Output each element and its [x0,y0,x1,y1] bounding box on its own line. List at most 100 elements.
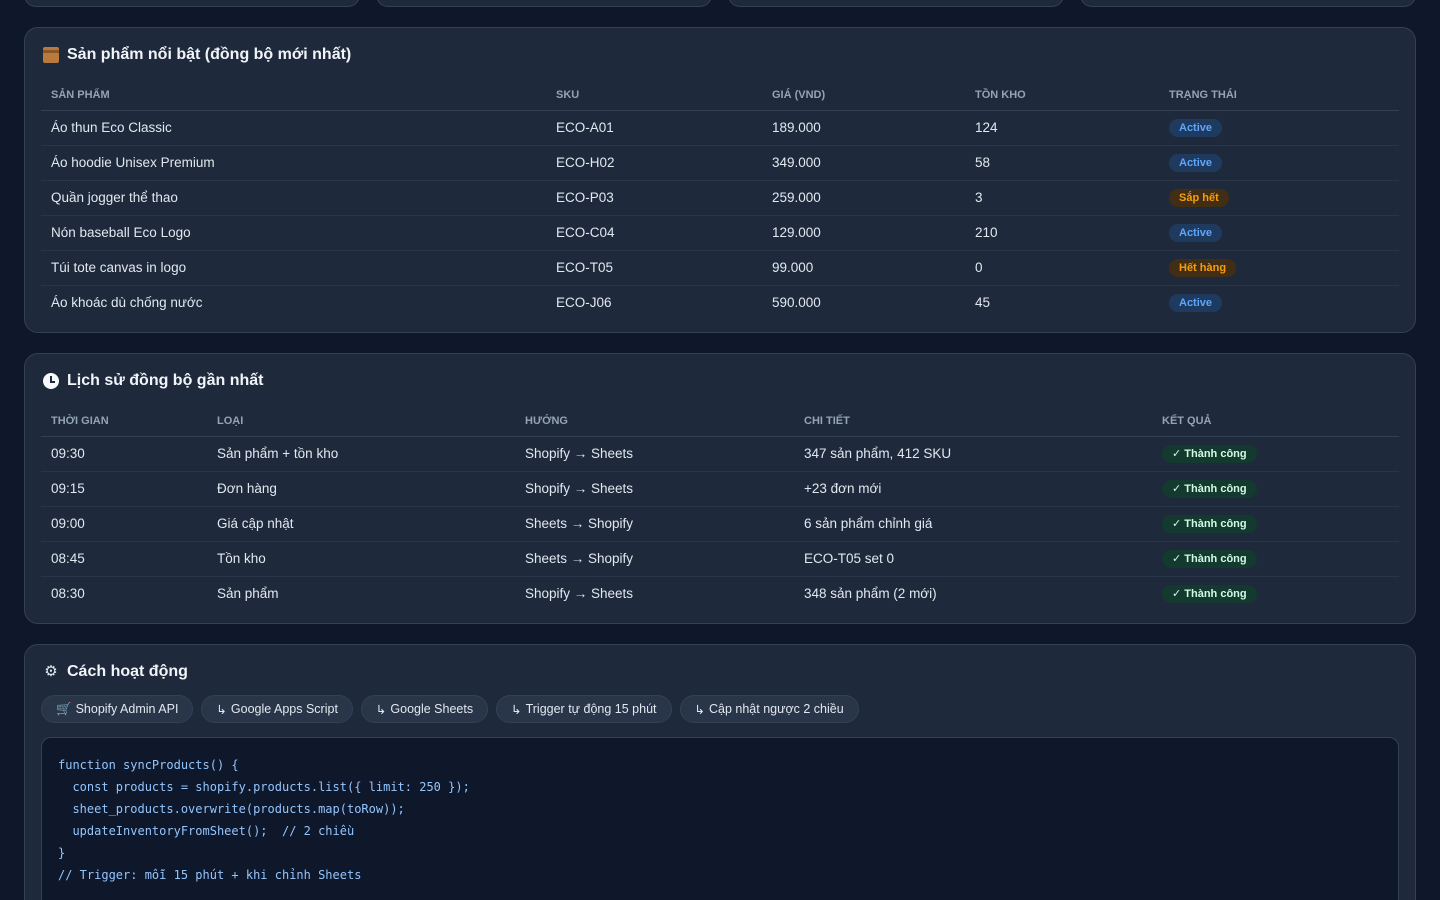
price-cell: 590.000 [772,295,821,311]
workflow-chip[interactable]: ↳ Trigger tự động 15 phút [496,695,672,723]
price-cell: 349.000 [762,145,965,181]
card-title: Sản phẩm nổi bật (đồng bộ mới nhất) [67,46,352,63]
direction-cell: Sheets → Shopify [515,506,794,542]
card-header: ⚙ Cách hoạt động [43,661,1399,683]
product-name-cell: Áo hoodie Unisex Premium [41,145,546,181]
workflow-chip[interactable]: ↳ Cập nhật ngược 2 chiều [679,695,859,723]
result-badge: ✓ Thành công [1162,514,1257,533]
product-name-cell: Nón baseball Eco Logo [41,215,546,251]
table-row[interactable]: Áo khoác dù chống nước ECO-J06 590.000 45 Ac… [41,285,1399,320]
result-cell: ✓ Thành công [1152,541,1399,577]
code-line: sheet_products.overwrite(products.map(to… [58,802,405,816]
column-header[interactable]: SKU [546,80,762,111]
type-cell: Giá cập nhật [207,506,515,542]
type-cell: Sản phẩm + tồn kho [207,436,515,472]
table-row[interactable]: 09:15 Đơn hàng Shopify → Sheets +23 đơn mới… [41,471,1399,507]
detail-cell: ECO-T05 set 0 [794,541,1152,577]
column-header[interactable]: TRẠNG THÁI [1159,80,1399,111]
stock-cell: 58 [965,145,1159,181]
column-header[interactable]: SẢN PHẨM [41,80,546,111]
result-cell: ✓ Thành công [1152,506,1399,542]
code-line: // Trigger: mỗi 15 phút + khi chỉnh Shee… [58,868,362,882]
chip-label: Cập nhật ngược 2 chiều [708,702,844,716]
card-title: Cách hoạt động [67,663,188,680]
status-badge: Active [1169,153,1223,172]
column-header[interactable]: LOẠI [207,406,515,437]
workflow-chip[interactable]: 🛒 Shopify Admin API [41,695,194,723]
time-cell: 08:45 [41,541,207,577]
result-cell: ✓ Thành công [1152,436,1399,472]
top-stat-card [24,0,360,7]
arrow-icon: ↳ [375,702,387,717]
status-cell: Active [1159,285,1399,320]
product-name-cell: Túi tote canvas in logo [41,250,546,286]
time-cell: 09:00 [41,506,207,542]
product-name-cell: Áo thun Eco Classic [41,110,546,146]
column-header[interactable]: TỒN KHO [965,80,1159,111]
table-row[interactable]: Áo thun Eco Classic ECO-A01 189.000 124 Acti… [41,110,1399,146]
detail-cell: 348 sản phẩm (2 mới) [804,586,937,602]
price-cell: 259.000 [762,180,965,216]
card-header: Lịch sử đồng bộ gần nhất [43,370,1399,392]
table-row[interactable]: Áo hoodie Unisex Premium ECO-H02 349.000 58… [41,145,1399,181]
table-row[interactable]: 09:00 Giá cập nhật Sheets → Shopify 6 sản p… [41,506,1399,542]
sku-cell: ECO-A01 [546,110,762,146]
direction-cell: Shopify → Sheets [525,586,634,602]
table-row[interactable]: Túi tote canvas in logo ECO-T05 99.000 0 Hết… [41,250,1399,286]
table-row[interactable]: Quần jogger thể thao ECO-P03 259.000 3 Sắp h… [41,180,1399,216]
sku-cell: ECO-J06 [556,295,612,311]
code-snippet: function syncProducts() { const products… [41,737,1399,900]
table-row[interactable]: 08:45 Tồn kho Sheets → Shopify ECO-T05 set … [41,541,1399,577]
time-cell: 08:30 [51,586,85,602]
time-cell: 09:30 [41,436,207,472]
status-badge: Hết hàng [1169,258,1237,277]
table-row[interactable]: Nón baseball Eco Logo ECO-C04 129.000 210 Ac… [41,215,1399,251]
status-badge: Active [1169,223,1223,242]
top-stat-card [728,0,1064,7]
sku-cell: ECO-C04 [546,215,762,251]
chip-label: Trigger tự động 15 phút [525,702,657,716]
sync-history-table: THỜI GIAN LOẠI HƯỚNG CHI TIẾT KẾT QUẢ 09… [41,406,1399,611]
stock-cell: 0 [965,250,1159,286]
table-header-row: THỜI GIAN LOẠI HƯỚNG CHI TIẾT KẾT QUẢ [41,406,1399,437]
table-row[interactable]: 08:30 Sản phẩm Shopify → Sheets 348 sản phẩ… [41,576,1399,611]
result-badge: ✓ Thành công [1162,549,1257,568]
card-header: Sản phẩm nổi bật (đồng bộ mới nhất) [43,44,1399,66]
result-badge: ✓ Thành công [1162,479,1257,498]
column-header[interactable]: HƯỚNG [515,406,794,437]
sku-cell: ECO-T05 [546,250,762,286]
type-cell: Đơn hàng [207,471,515,507]
sku-cell: ECO-P03 [546,180,762,216]
product-name-cell: Quần jogger thể thao [41,180,546,216]
workflow-chip[interactable]: ↳ Google Apps Script [201,695,353,723]
type-cell: Sản phẩm [217,586,279,602]
direction-cell: Shopify → Sheets [515,471,794,507]
direction-cell: Sheets → Shopify [515,541,794,577]
status-badge: Active [1169,293,1223,312]
price-cell: 129.000 [762,215,965,251]
column-header[interactable]: KẾT QUẢ [1152,406,1399,437]
status-badge: Sắp hết [1169,188,1229,207]
detail-cell: 347 sản phẩm, 412 SKU [794,436,1152,472]
arrow-icon: ↳ [216,702,227,717]
column-header[interactable]: CHI TIẾT [794,406,1152,437]
chip-label: Google Apps Script [230,702,338,716]
gear-icon: ⚙ [44,663,58,680]
status-cell: Active [1159,145,1399,181]
workflow-chip[interactable]: ↳ Google Sheets [360,695,489,723]
code-line: updateInventoryFromSheet(); // 2 chiều [58,824,355,838]
stock-cell: 45 [975,295,991,311]
status-cell: Hết hàng [1159,250,1399,286]
result-badge: ✓ Thành công [1162,444,1257,463]
chip-label: Shopify Admin API [75,702,179,716]
column-header[interactable]: THỜI GIAN [41,406,207,437]
arrow-icon: ↳ [694,702,705,717]
chip-label: Google Sheets [390,702,474,716]
column-header[interactable]: GIÁ (VND) [762,80,965,111]
top-stat-card [1080,0,1416,7]
table-row[interactable]: 09:30 Sản phẩm + tồn kho Shopify → Sheets 3… [41,436,1399,472]
status-cell: Sắp hết [1159,180,1399,216]
code-line: function syncProducts() { [58,758,239,772]
price-cell: 99.000 [762,250,965,286]
clock-icon [43,373,59,389]
